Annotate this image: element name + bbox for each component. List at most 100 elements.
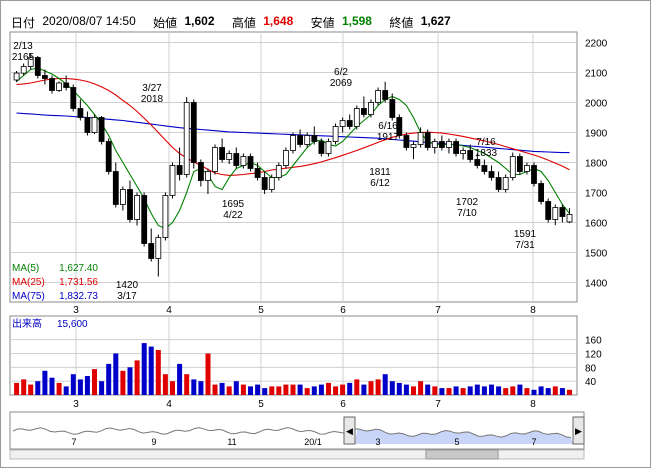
volume-bar: [354, 379, 360, 395]
volume-bar: [205, 353, 211, 395]
candle-body: [545, 201, 552, 220]
volume-bar: [21, 379, 27, 395]
candle-body: [488, 171, 495, 178]
volume-bar: [545, 388, 551, 395]
volume-bar: [311, 386, 317, 395]
volume-bar: [177, 363, 183, 395]
navigator-month-label: 11: [227, 437, 236, 447]
volume-bar: [567, 389, 572, 395]
candle-body: [84, 117, 91, 133]
annotation-line2: 2165: [12, 52, 35, 63]
candle-body: [424, 132, 431, 148]
candle-body: [282, 150, 289, 166]
price-tick-label: 2100: [585, 69, 608, 80]
candle-body: [538, 183, 544, 202]
annotation-line2: 4/22: [223, 210, 243, 221]
navigator-left-arrow: ◀: [346, 426, 353, 436]
ma75-legend-label: MA(75): [12, 291, 45, 302]
annotation-line2: 6/12: [370, 178, 390, 189]
candle-body: [219, 147, 226, 160]
volume-bar: [35, 381, 41, 395]
candle-body: [56, 82, 62, 91]
volume-bar: [446, 388, 452, 395]
volume-bar: [56, 382, 62, 395]
volume-bar: [198, 381, 204, 395]
volume-tick-label: 80: [585, 363, 597, 374]
candle-body: [148, 243, 155, 259]
volume-bar: [127, 367, 133, 395]
ma5-legend-label: MA(5): [12, 263, 39, 274]
volume-bar: [297, 384, 303, 395]
annotation-line2: 7/10: [457, 208, 477, 219]
volume-bar: [170, 381, 175, 395]
candle-body: [127, 189, 133, 220]
scrollbar-thumb[interactable]: [425, 449, 499, 460]
candle-body: [304, 135, 311, 145]
candle-body: [233, 153, 240, 166]
price-tick-label: 1500: [585, 249, 608, 260]
candle-body: [438, 141, 445, 148]
volume-bar: [226, 386, 232, 395]
candle-body: [566, 213, 573, 223]
candle-body: [346, 120, 353, 127]
annotation-line1: 1591: [514, 229, 537, 240]
annotation-line1: 1695: [222, 199, 245, 210]
volume-bar: [318, 384, 324, 395]
candle-body: [403, 135, 410, 148]
volume-bar: [70, 374, 76, 395]
annotation-line1: 3/27: [142, 83, 162, 94]
price-x-tick-label: 3: [73, 305, 79, 316]
candle-body: [353, 108, 360, 127]
candle-body: [112, 171, 119, 205]
candle-body: [91, 117, 98, 133]
volume-bar: [389, 381, 395, 395]
volume-tick-label: 160: [585, 336, 602, 347]
price-tick-label: 2000: [585, 99, 608, 110]
annotation-line1: 1811: [369, 167, 391, 178]
candle-body: [247, 156, 254, 169]
annotation-line2: 1917: [377, 132, 400, 143]
candle-body: [311, 135, 318, 142]
candle-body: [375, 90, 382, 103]
price-x-tick-label: 8: [530, 305, 536, 316]
candle-body: [389, 99, 396, 118]
candle-body: [70, 87, 77, 109]
volume-tick-label: 40: [585, 377, 597, 388]
annotation-line2: 2018: [141, 94, 164, 105]
candle-body: [120, 189, 126, 205]
candle-body: [360, 108, 367, 115]
candle-body: [495, 177, 502, 190]
volume-bar: [503, 388, 509, 395]
volume-bar: [42, 370, 48, 395]
candle-body: [318, 141, 325, 154]
volume-bar: [396, 382, 402, 395]
candle-body: [176, 165, 183, 175]
candle-body: [325, 141, 332, 154]
volume-bar: [460, 388, 466, 395]
annotation-line2: 7/31: [515, 240, 535, 251]
volume-x-tick-label: 4: [166, 399, 172, 410]
volume-bar: [403, 384, 409, 395]
volume-bar: [77, 379, 83, 395]
price-tick-label: 1900: [585, 129, 608, 140]
candle-body: [13, 72, 20, 81]
volume-bar: [552, 386, 558, 395]
volume-bar: [134, 360, 140, 395]
navigator-month-label: 5: [454, 437, 459, 447]
candle-body: [474, 159, 481, 166]
candle-body: [382, 90, 389, 100]
volume-x-tick-label: 6: [340, 399, 346, 410]
volume-bar: [106, 363, 112, 395]
volume-bar: [361, 384, 367, 395]
candle-body: [517, 156, 523, 172]
candle-body: [240, 156, 247, 166]
candle-body: [162, 195, 169, 238]
volume-bar: [99, 381, 105, 395]
navigator-month-label: 9: [151, 437, 156, 447]
volume-bar: [368, 381, 374, 395]
volume-bar: [148, 346, 154, 395]
volume-title: 出来高: [12, 317, 42, 330]
candle-body: [417, 132, 424, 145]
annotation-line1: 6/2: [334, 67, 348, 78]
annotation-line1: 1420: [116, 280, 139, 291]
